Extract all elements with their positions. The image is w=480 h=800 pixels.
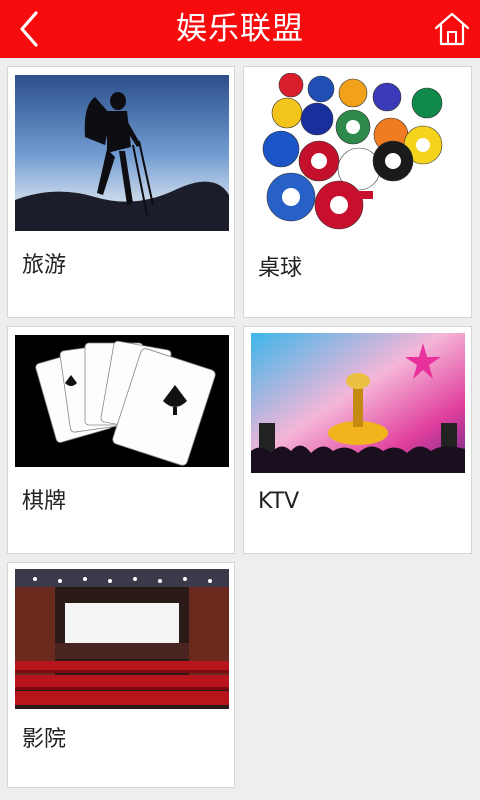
- playing-cards-image: [15, 335, 229, 467]
- cinema-image: [15, 569, 229, 709]
- home-button[interactable]: [434, 11, 470, 47]
- ktv-image: [251, 333, 465, 473]
- billiards-image: [251, 73, 465, 235]
- category-card-billiards[interactable]: 桌球: [243, 66, 472, 318]
- category-label: 棋牌: [22, 489, 67, 514]
- category-label: 旅游: [22, 253, 67, 278]
- travel-image: [15, 75, 229, 231]
- category-card-cards[interactable]: 棋牌: [7, 326, 235, 554]
- page-title: 娱乐联盟: [176, 11, 304, 47]
- category-label: 影院: [22, 727, 67, 752]
- top-bar: 娱乐联盟: [0, 0, 480, 58]
- category-card-cinema[interactable]: 影院: [7, 562, 235, 788]
- category-label: 桌球: [258, 256, 303, 281]
- category-card-travel[interactable]: 旅游: [7, 66, 235, 318]
- category-card-ktv[interactable]: KTV: [243, 326, 472, 554]
- category-label: KTV: [258, 489, 300, 514]
- home-icon: [434, 12, 470, 46]
